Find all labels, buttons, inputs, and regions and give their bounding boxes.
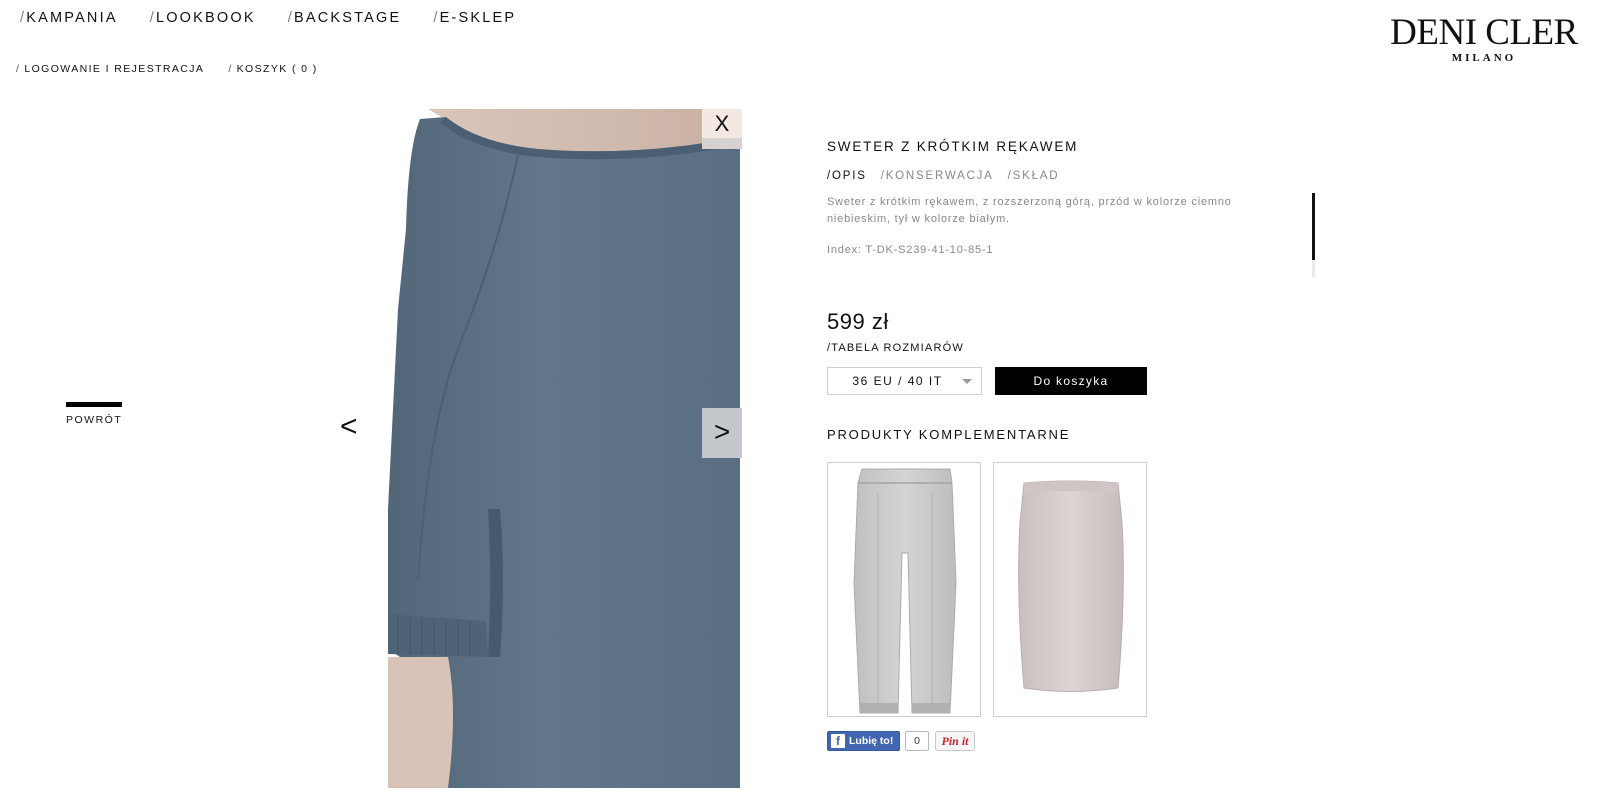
nav-lookbook[interactable]: / LOOKBOOK — [150, 10, 256, 26]
facebook-like-count: 0 — [905, 731, 929, 751]
tab-sklad[interactable]: / SKŁAD — [1008, 170, 1060, 182]
nav-label: KAMPANIA — [26, 10, 118, 26]
main-nav: / KAMPANIA / LOOKBOOK / BACKSTAGE / E-SKLEP — [20, 10, 516, 26]
fb-like-label: Lubię to! — [849, 735, 894, 747]
product-description: Sweter z krótkim rękawem, z rozszerzoną … — [827, 196, 1232, 225]
tab-label: OPIS — [832, 170, 867, 182]
size-table-link[interactable]: /TABELA ROZMIARÓW — [827, 342, 964, 354]
tab-konserwacja[interactable]: / KONSERWACJA — [881, 170, 994, 182]
link-slash: / — [16, 63, 21, 75]
next-image-button[interactable]: > — [702, 408, 742, 458]
back-label: POWRÓT — [66, 414, 123, 426]
product-title: SWETER Z KRÓTKIM RĘKAWEM — [827, 139, 1079, 154]
complementary-products-title: PRODUKTY KOMPLEMENTARNE — [827, 427, 1071, 442]
link-slash: / — [228, 63, 233, 75]
product-photo — [388, 109, 740, 788]
account-nav: / LOGOWANIE I REJESTRACJA / KOSZYK ( 0 ) — [16, 63, 318, 75]
product-index: Index: T-DK-S239-41-10-85-1 — [827, 244, 994, 256]
facebook-icon: f — [831, 734, 845, 748]
size-selected-value: 36 EU / 40 IT — [852, 374, 943, 388]
product-tabs: / OPIS / KONSERWACJA / SKŁAD — [827, 170, 1059, 182]
facebook-like-button[interactable]: f Lubię to! — [827, 731, 901, 751]
link-label: LOGOWANIE I REJESTRACJA — [24, 63, 205, 75]
link-label: KOSZYK ( 0 ) — [236, 63, 318, 75]
product-price: 599 zł — [827, 309, 889, 334]
nav-label: E-SKLEP — [439, 10, 517, 26]
size-select[interactable]: 36 EU / 40 IT — [827, 367, 982, 395]
tab-label: SKŁAD — [1012, 170, 1060, 182]
chevron-down-icon — [962, 379, 972, 384]
description-scrollbar-thumb[interactable] — [1312, 193, 1315, 260]
nav-backstage[interactable]: / BACKSTAGE — [288, 10, 402, 26]
brand-logo[interactable]: DENI CLER MILANO — [1383, 12, 1585, 65]
cart-link[interactable]: / KOSZYK ( 0 ) — [228, 63, 317, 75]
tab-opis[interactable]: / OPIS — [827, 170, 867, 182]
skirt-image — [1018, 480, 1124, 692]
sweater-image — [388, 109, 740, 788]
pinterest-pin-button[interactable]: Pin it — [935, 731, 975, 751]
nav-label: BACKSTAGE — [293, 10, 402, 26]
tab-label: KONSERWACJA — [885, 170, 994, 182]
complementary-product-trousers[interactable] — [827, 462, 981, 717]
logo-wordmark: DENI CLER — [1390, 12, 1578, 53]
nav-label: LOOKBOOK — [155, 10, 256, 26]
login-register-link[interactable]: / LOGOWANIE I REJESTRACJA — [16, 63, 204, 75]
trousers-image — [853, 468, 957, 714]
nav-e-sklep[interactable]: / E-SKLEP — [433, 10, 516, 26]
logo-subline: MILANO — [1451, 52, 1517, 64]
add-to-cart-button[interactable]: Do koszyka — [995, 367, 1147, 395]
prev-image-button[interactable]: < — [340, 412, 358, 442]
close-button[interactable]: X — [702, 109, 742, 149]
back-link[interactable]: POWRÓT — [66, 402, 122, 426]
nav-kampania[interactable]: / KAMPANIA — [20, 10, 118, 26]
complementary-product-skirt[interactable] — [993, 462, 1147, 717]
